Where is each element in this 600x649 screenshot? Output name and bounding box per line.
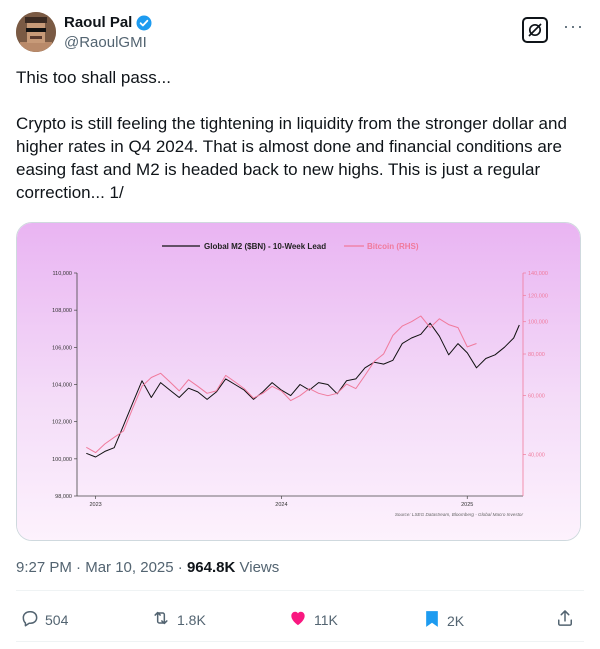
reply-icon [20,608,40,631]
y-left-tick-label: 108,000 [52,308,72,314]
chart-background [17,223,580,540]
bookmark-button[interactable]: 2K [422,608,464,633]
author-name-text: Raoul Pal [64,14,133,31]
repost-count: 1.8K [177,611,206,628]
author-name[interactable]: Raoul Pal [64,13,153,33]
y-right-tick-label: 100,000 [528,320,548,326]
reply-count: 504 [45,611,69,628]
x-tick-label: 2024 [275,502,287,508]
x-tick-label: 2025 [461,502,473,508]
x-tick-label: 2023 [89,502,101,508]
chart-svg: Global M2 ($BN) - 10-Week Lead Bitcoin (… [17,223,580,540]
share-icon [555,608,575,631]
like-button[interactable]: 11K [287,608,338,631]
divider [16,641,584,642]
repost-icon [150,608,172,631]
y-left-tick-label: 98,000 [55,494,72,500]
y-left-tick-label: 100,000 [52,457,72,463]
views-label: Views [239,559,280,576]
bookmark-icon [422,608,442,633]
verified-badge-icon [135,14,153,32]
chart-source: Source: LSEG Datastream, Bloomberg - Glo… [395,512,524,517]
more-icon[interactable]: ··· [563,17,584,35]
y-right-tick-label: 120,000 [528,293,548,299]
tweet-timestamp[interactable]: 9:27 PM · Mar 10, 2025 · 964.8K Views [16,558,279,578]
y-right-tick-label: 40,000 [528,452,545,458]
y-right-tick-label: 80,000 [528,352,545,358]
tweet-date: Mar 10, 2025 [85,559,174,576]
legend-label-btc: Bitcoin (RHS) [367,242,419,251]
like-icon [287,608,309,631]
y-right-tick-label: 140,000 [528,271,548,277]
divider [16,590,584,591]
y-left-tick-label: 102,000 [52,420,72,426]
author-handle[interactable]: @RaoulGMI [64,33,147,53]
tweet-paragraph: This too shall pass... [16,68,171,87]
tweet-time: 9:27 PM [16,559,72,576]
y-left-tick-label: 110,000 [53,271,72,277]
legend-label-m2: Global M2 ($BN) - 10-Week Lead [204,242,326,251]
bookmark-count: 2K [447,612,465,629]
share-button[interactable] [555,608,575,631]
views-count: 964.8K [186,559,236,576]
tweet-paragraph: Crypto is still feeling the tightening i… [16,114,567,202]
like-count: 11K [314,611,338,628]
avatar[interactable] [16,12,56,52]
reply-button[interactable]: 504 [20,608,68,631]
y-right-tick-label: 60,000 [528,394,545,400]
chart-image[interactable]: Global M2 ($BN) - 10-Week Lead Bitcoin (… [16,222,581,541]
y-left-tick-label: 106,000 [52,345,72,351]
repost-button[interactable]: 1.8K [150,608,206,631]
grok-icon[interactable] [522,17,548,43]
tweet-text: This too shall pass... Crypto is still f… [16,66,584,204]
y-left-tick-label: 104,000 [52,383,72,389]
